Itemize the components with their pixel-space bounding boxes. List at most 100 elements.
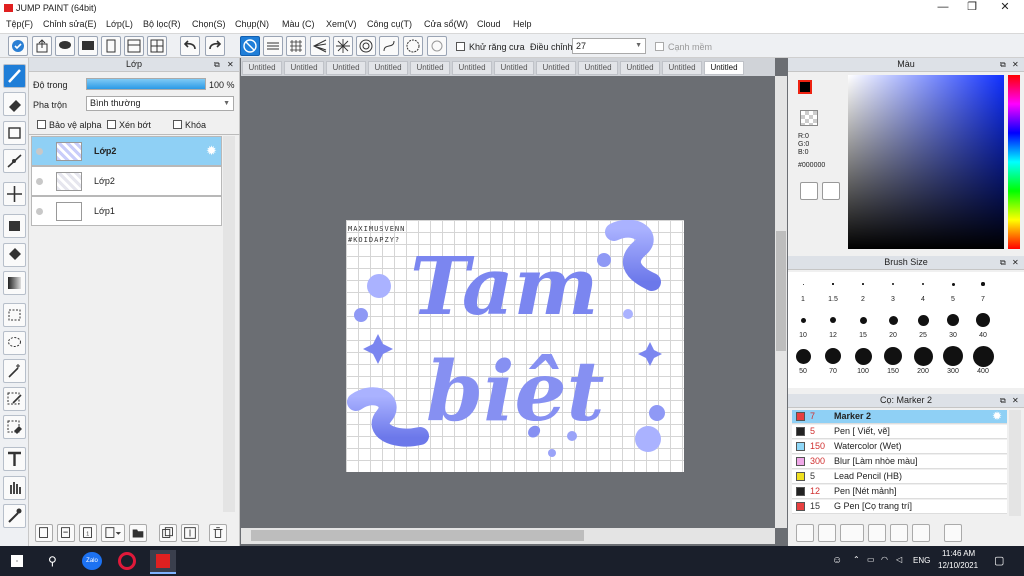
brush-size-dot[interactable]	[981, 282, 985, 286]
duplicate-button[interactable]	[159, 524, 177, 542]
select-pen-tool-button[interactable]	[3, 387, 26, 411]
brush-size-dot[interactable]	[862, 283, 864, 285]
color-picker-square[interactable]	[848, 75, 1004, 249]
folder-button[interactable]	[890, 524, 908, 542]
layer-scrollbar[interactable]	[223, 136, 235, 512]
brush-size-dot[interactable]	[825, 348, 841, 364]
wifi-icon[interactable]: ◠	[881, 555, 888, 564]
expand-icon[interactable]: ⧉	[1000, 258, 1006, 268]
menu-cloud[interactable]: Cloud	[473, 18, 505, 31]
brush-size-dot[interactable]	[832, 283, 834, 285]
visibility-icon[interactable]	[36, 148, 43, 155]
layer-copy-button[interactable]: 1	[79, 524, 97, 542]
palette-icon[interactable]	[800, 182, 818, 200]
no-ruler-button[interactable]	[240, 36, 260, 56]
add-brush-button[interactable]	[796, 524, 814, 542]
transparent-color-swatch[interactable]	[800, 110, 818, 126]
merge-button[interactable]	[181, 524, 199, 542]
redo-button[interactable]	[205, 36, 225, 56]
concentric-ruler-button[interactable]	[356, 36, 376, 56]
gear-icon[interactable]: ✹	[992, 409, 1002, 423]
windows-start-icon[interactable]	[11, 555, 23, 567]
text-tool-button[interactable]	[3, 447, 26, 471]
document-tab[interactable]: Untitled	[494, 61, 534, 75]
trash-icon[interactable]	[209, 524, 227, 542]
document-tab[interactable]: Untitled	[326, 61, 366, 75]
visibility-icon[interactable]	[36, 208, 43, 215]
clock-time[interactable]: 11:46 AM	[942, 549, 975, 558]
expand-icon[interactable]: ⧉	[1000, 396, 1006, 406]
brush-size-dot[interactable]	[884, 347, 902, 365]
search-icon[interactable]: ⚲	[48, 554, 57, 568]
brush-item[interactable]: 5 Lead Pencil (HB)	[792, 470, 1007, 484]
brush-size-dot[interactable]	[976, 313, 990, 327]
brush-size-dot[interactable]	[802, 283, 804, 285]
expand-icon[interactable]: ⧉	[214, 60, 220, 70]
jump-paint-taskbar-icon[interactable]	[150, 550, 176, 574]
menu-tools[interactable]: Công cụ(T)	[363, 18, 416, 31]
document-tab[interactable]: Untitled	[620, 61, 660, 75]
scroll-thumb[interactable]	[251, 530, 584, 541]
clip-checkbox[interactable]	[107, 120, 116, 131]
foreground-color-swatch[interactable]	[798, 80, 812, 94]
language-indicator[interactable]: ENG	[913, 556, 930, 565]
comment-button[interactable]	[55, 36, 75, 56]
brush-size-dot[interactable]	[854, 347, 872, 365]
volume-icon[interactable]: ◁	[896, 555, 902, 564]
canvas-horizontal-scrollbar[interactable]	[241, 528, 775, 544]
blend-mode-dropdown[interactable]: Bình thường ▼	[86, 96, 234, 111]
maximize-button[interactable]: ❐	[957, 0, 987, 16]
layer-row[interactable]: Lớp2 ✹	[31, 136, 222, 166]
ellipse-ruler-button[interactable]	[403, 36, 423, 56]
brush-item[interactable]: 5 Pen [ Viết, vẽ]	[792, 425, 1007, 439]
close-icon[interactable]: ✕	[1012, 60, 1019, 69]
brush-tool-button[interactable]	[3, 64, 26, 88]
opera-icon[interactable]	[118, 552, 136, 570]
export-button[interactable]	[32, 36, 52, 56]
menu-capture[interactable]: Chụp(N)	[231, 18, 273, 31]
palette-add-icon[interactable]	[822, 182, 840, 200]
settings-ruler-button[interactable]	[427, 36, 447, 56]
menu-file[interactable]: Tệp(F)	[2, 18, 37, 31]
menu-help[interactable]: Help	[509, 18, 536, 31]
layer-row[interactable]: Lớp1	[31, 196, 222, 226]
visibility-icon[interactable]	[36, 178, 43, 185]
minimize-button[interactable]: —	[928, 0, 958, 16]
magic-wand-tool-button[interactable]	[3, 359, 26, 383]
duplicate-button[interactable]	[912, 524, 930, 542]
protect-alpha-checkbox[interactable]	[37, 120, 46, 131]
gear-icon[interactable]: ✹	[206, 143, 217, 159]
menu-select[interactable]: Chọn(S)	[188, 18, 230, 31]
new-layer-button[interactable]	[35, 524, 53, 542]
radial-ruler-button[interactable]	[333, 36, 353, 56]
bucket-tool-button[interactable]	[3, 243, 26, 267]
brush-size-dot[interactable]	[951, 282, 955, 286]
canvas-vertical-scrollbar[interactable]	[775, 76, 787, 528]
note-button[interactable]	[78, 36, 98, 56]
menu-filter[interactable]: Bộ lọc(R)	[139, 18, 185, 31]
undo-button[interactable]	[180, 36, 200, 56]
folder-button[interactable]	[129, 524, 147, 542]
brush-menu-button[interactable]	[840, 524, 864, 542]
close-icon[interactable]: ✕	[227, 60, 234, 69]
new-folder-layer-button[interactable]	[57, 524, 75, 542]
brush-item[interactable]: 150 Watercolor (Wet)	[792, 440, 1007, 454]
brush-size-dot[interactable]	[892, 283, 894, 285]
lasso-tool-button[interactable]	[3, 331, 26, 355]
soften-checkbox[interactable]	[655, 42, 664, 53]
brush-size-dot[interactable]	[947, 314, 959, 326]
close-icon[interactable]: ✕	[1012, 258, 1019, 267]
brush-size-dot[interactable]	[800, 317, 806, 323]
rectangle-select-tool-button[interactable]	[3, 121, 26, 145]
opacity-slider[interactable]	[86, 78, 206, 90]
zalo-icon[interactable]: Zalo	[82, 552, 102, 570]
grid-panel-button[interactable]	[147, 36, 167, 56]
layer-row[interactable]: Lớp2	[31, 166, 222, 196]
close-button[interactable]: ✕	[990, 0, 1020, 16]
brush-list-scrollbar[interactable]	[1009, 410, 1021, 516]
parallel-ruler-button[interactable]	[263, 36, 283, 56]
brush-size-dot[interactable]	[795, 348, 811, 364]
brush-size-dot[interactable]	[972, 345, 994, 367]
panel-button[interactable]	[124, 36, 144, 56]
brush-item[interactable]: 7 Marker 2 ✹	[792, 409, 1007, 424]
